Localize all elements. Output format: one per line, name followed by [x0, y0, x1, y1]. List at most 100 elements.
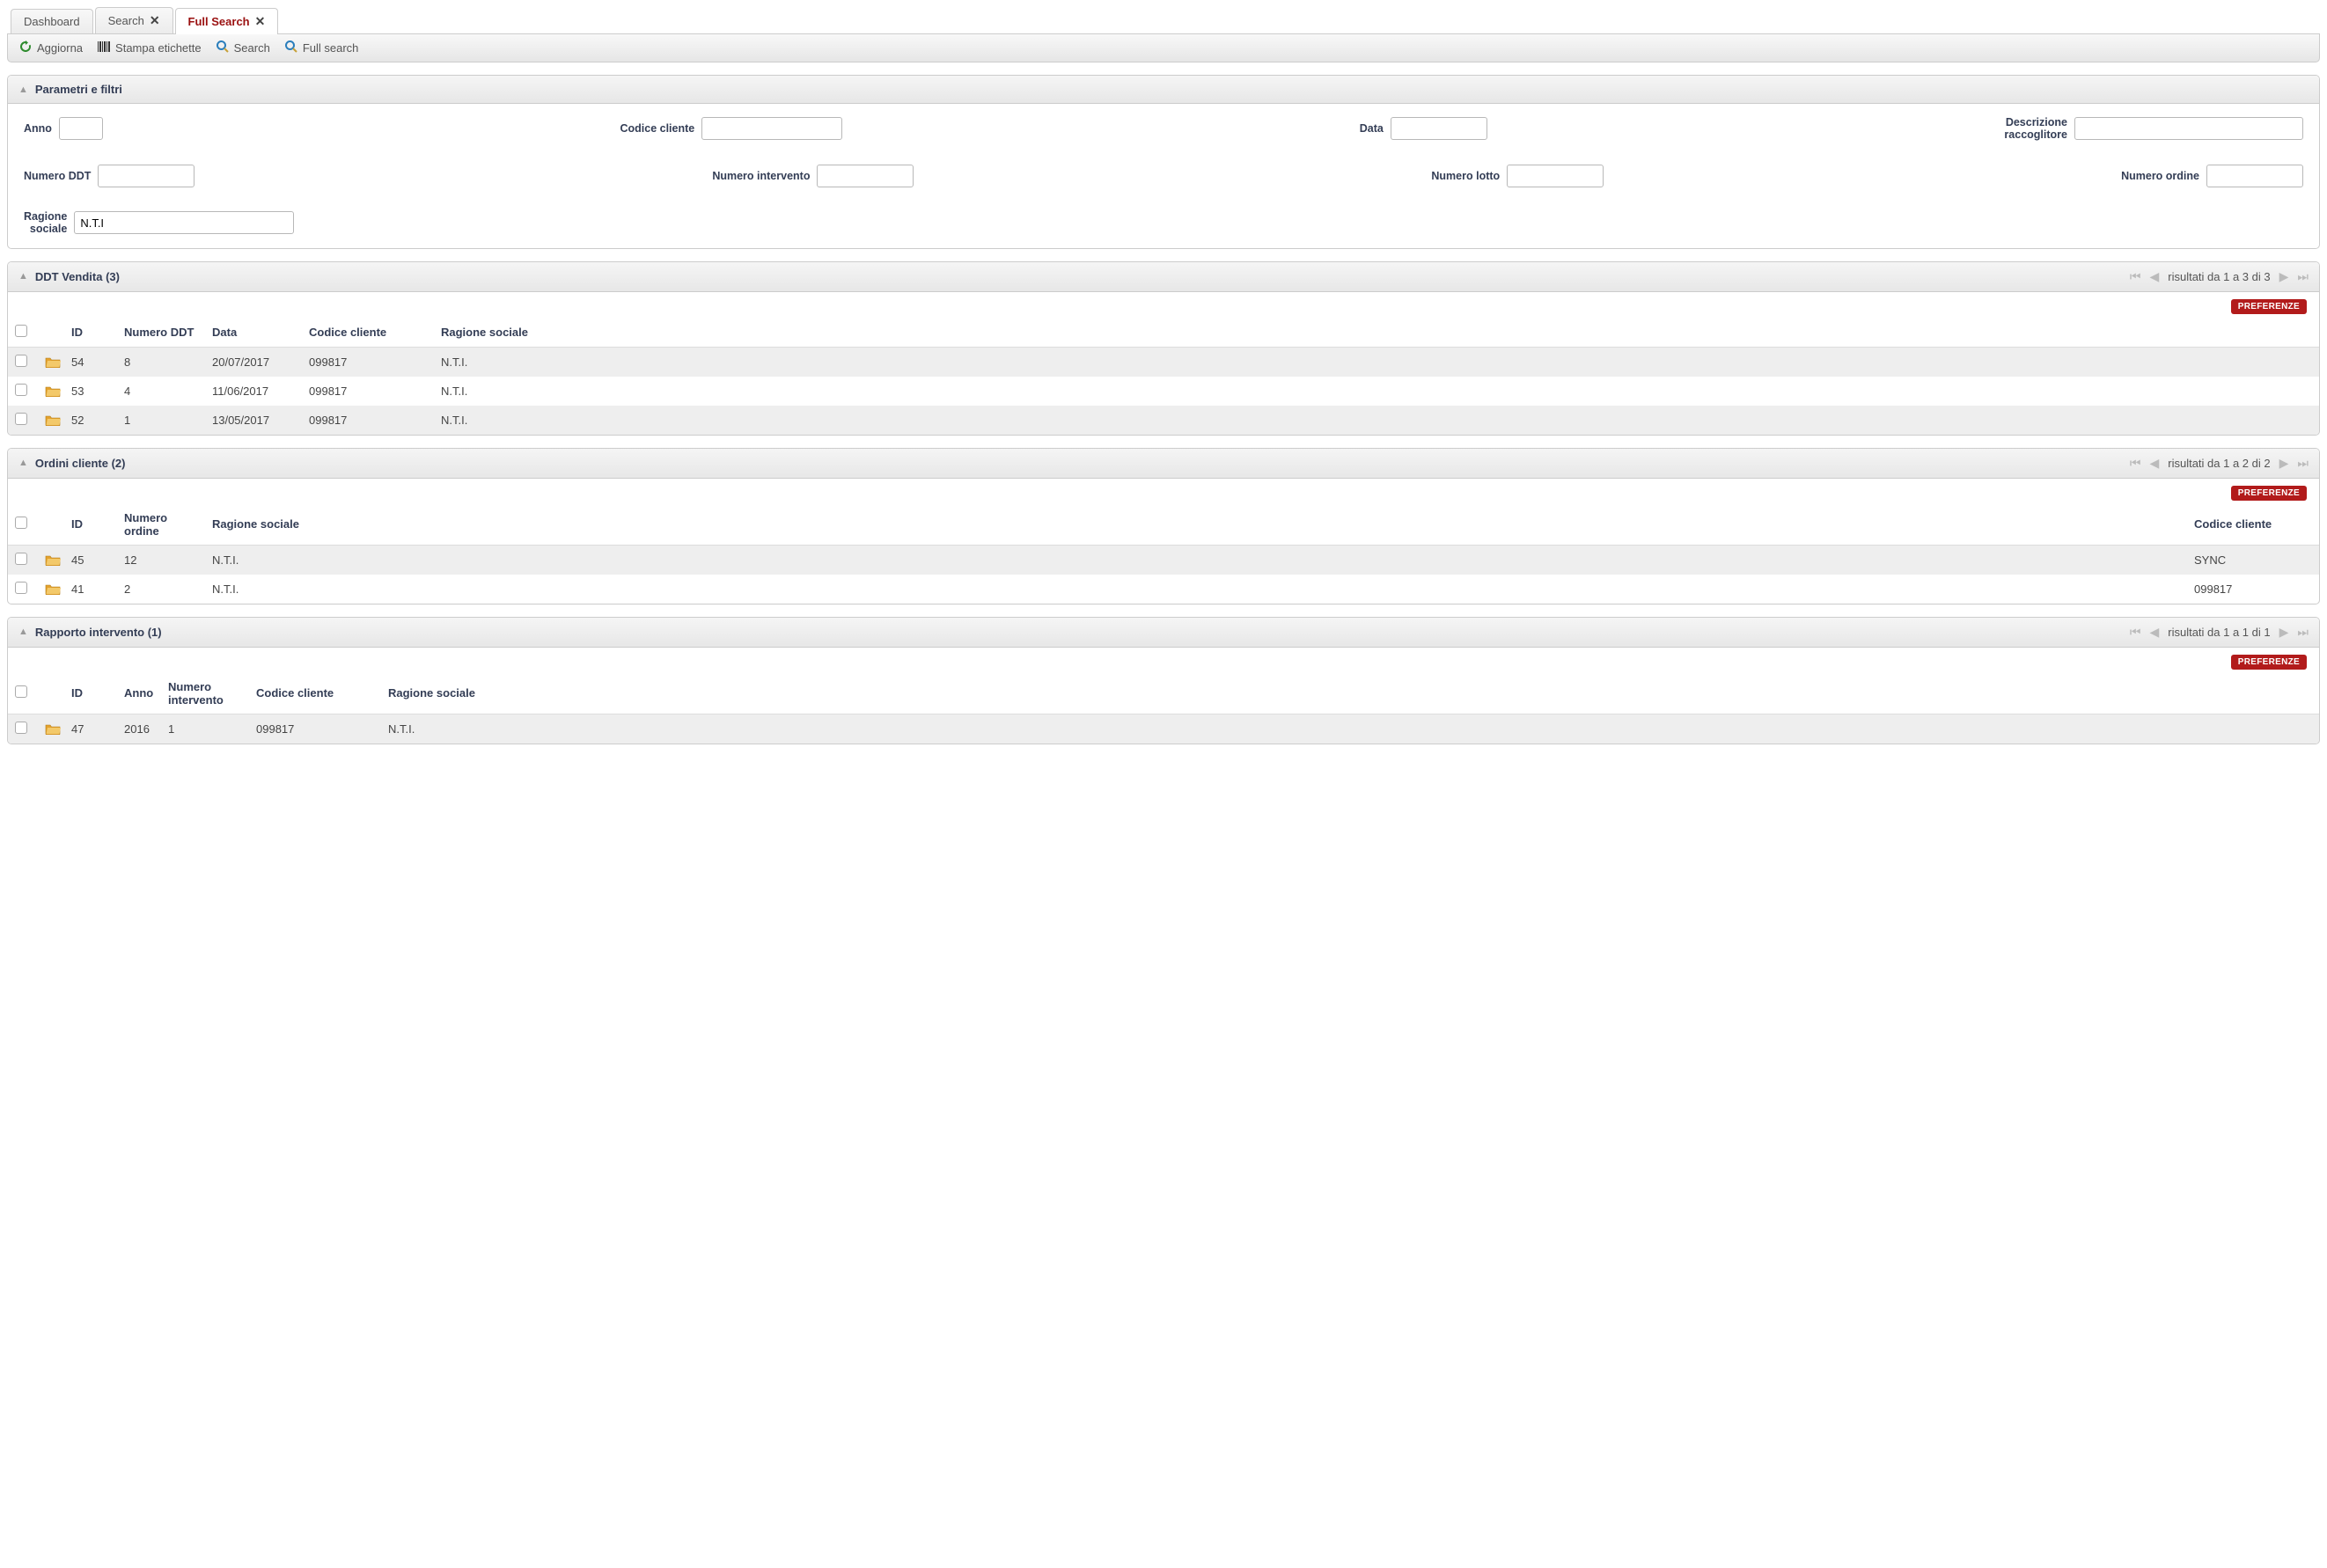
print-labels-button[interactable]: Stampa etichette: [97, 40, 202, 56]
panel-title[interactable]: ▲Rapporto intervento (1): [18, 626, 162, 639]
col-id[interactable]: ID: [64, 673, 117, 714]
cell: N.T.I.: [434, 347, 2319, 377]
field-data: Data: [1360, 116, 1487, 142]
preferenze-button[interactable]: PREFERENZE: [2231, 655, 2307, 670]
preferenze-button[interactable]: PREFERENZE: [2231, 299, 2307, 314]
select-all-checkbox[interactable]: [15, 685, 27, 698]
cell: 47: [64, 714, 117, 744]
next-page-icon[interactable]: ▶: [2279, 456, 2289, 471]
table-row[interactable]: 52113/05/2017099817N.T.I.: [8, 406, 2319, 435]
prev-page-icon[interactable]: ◀: [2149, 269, 2159, 284]
anno-input[interactable]: [59, 117, 103, 140]
select-all-checkbox[interactable]: [15, 325, 27, 337]
col-numero-ddt[interactable]: Numero DDT: [117, 318, 205, 348]
col-codice-cliente[interactable]: Codice cliente: [302, 318, 434, 348]
label: Ragionesociale: [24, 210, 67, 236]
codice-cliente-input[interactable]: [701, 117, 842, 140]
pager-text: risultati da 1 a 1 di 1: [2168, 626, 2270, 639]
col-data[interactable]: Data: [205, 318, 302, 348]
last-page-icon[interactable]: ⏭: [2297, 269, 2309, 284]
cell: 1: [161, 714, 249, 744]
row-checkbox[interactable]: [15, 413, 27, 425]
numero-lotto-input[interactable]: [1507, 165, 1604, 187]
search-icon: [284, 40, 298, 56]
prev-page-icon[interactable]: ◀: [2149, 625, 2159, 640]
field-descr-raccoglitore: Descrizioneraccoglitore: [2004, 116, 2303, 142]
first-page-icon[interactable]: ⏮: [2130, 269, 2141, 284]
cell: N.T.I.: [434, 406, 2319, 435]
select-all-checkbox[interactable]: [15, 517, 27, 529]
panel-title[interactable]: ▲Ordini cliente (2): [18, 457, 125, 470]
row-checkbox[interactable]: [15, 553, 27, 565]
folder-icon[interactable]: [45, 414, 57, 426]
cell: 54: [64, 347, 117, 377]
cell: 1: [117, 406, 205, 435]
pager-text: risultati da 1 a 3 di 3: [2168, 270, 2270, 283]
col-anno[interactable]: Anno: [117, 673, 161, 714]
table-row[interactable]: 54820/07/2017099817N.T.I.: [8, 347, 2319, 377]
last-page-icon[interactable]: ⏭: [2297, 456, 2309, 471]
data-input[interactable]: [1391, 117, 1487, 140]
col-numero-intervento[interactable]: Numerointervento: [161, 673, 249, 714]
preferenze-button[interactable]: PREFERENZE: [2231, 486, 2307, 501]
col-numero-ordine[interactable]: Numero ordine: [117, 504, 205, 546]
close-icon[interactable]: ✕: [150, 13, 160, 28]
folder-icon[interactable]: [45, 583, 57, 595]
col-id[interactable]: ID: [64, 504, 117, 546]
col-ragione-sociale[interactable]: Ragione sociale: [205, 504, 2187, 546]
numero-intervento-input[interactable]: [817, 165, 914, 187]
panel-title[interactable]: ▲ Parametri e filtri: [18, 83, 122, 96]
last-page-icon[interactable]: ⏭: [2297, 625, 2309, 640]
prev-page-icon[interactable]: ◀: [2149, 456, 2159, 471]
row-checkbox[interactable]: [15, 722, 27, 734]
tab-dashboard[interactable]: Dashboard: [11, 9, 93, 33]
table-row[interactable]: 412N.T.I.099817: [8, 575, 2319, 604]
table-row[interactable]: 4512N.T.I.SYNC: [8, 545, 2319, 575]
col-id[interactable]: ID: [64, 318, 117, 348]
search-button[interactable]: Search: [216, 40, 270, 56]
pager-text: risultati da 1 a 2 di 2: [2168, 457, 2270, 470]
cell: N.T.I.: [205, 575, 2187, 604]
col-codice-cliente[interactable]: Codice cliente: [2187, 504, 2319, 546]
field-numero-ddt: Numero DDT: [24, 165, 195, 187]
label: Numero lotto: [1431, 170, 1500, 182]
refresh-button[interactable]: Aggiorna: [18, 40, 83, 56]
folder-icon[interactable]: [45, 553, 57, 566]
panel-header: ▲ Parametri e filtri: [8, 76, 2319, 104]
numero-ordine-input[interactable]: [2206, 165, 2303, 187]
folder-icon[interactable]: [45, 722, 57, 735]
row-checkbox[interactable]: [15, 355, 27, 367]
row-checkbox[interactable]: [15, 582, 27, 594]
cell: N.T.I.: [381, 714, 2319, 744]
cell: 4: [117, 377, 205, 406]
label: Descrizioneraccoglitore: [2004, 116, 2067, 142]
chevron-up-icon: ▲: [18, 626, 28, 637]
toolbar-label: Full search: [303, 41, 359, 55]
next-page-icon[interactable]: ▶: [2279, 625, 2289, 640]
title-text: Ordini cliente (2): [35, 457, 126, 470]
numero-ddt-input[interactable]: [98, 165, 195, 187]
tab-search[interactable]: Search✕: [95, 7, 173, 33]
first-page-icon[interactable]: ⏮: [2130, 456, 2141, 471]
table-row[interactable]: 4720161099817N.T.I.: [8, 714, 2319, 744]
row-checkbox[interactable]: [15, 384, 27, 396]
panel-title[interactable]: ▲DDT Vendita (3): [18, 270, 120, 283]
full-search-button[interactable]: Full search: [284, 40, 359, 56]
first-page-icon[interactable]: ⏮: [2130, 625, 2141, 640]
cell: 13/05/2017: [205, 406, 302, 435]
folder-icon[interactable]: [45, 355, 57, 368]
panel-rapporto-intervento: ▲Rapporto intervento (1) ⏮ ◀ risultati d…: [7, 617, 2320, 744]
panel-body: Anno Codice cliente Data Descrizioneracc…: [8, 104, 2319, 248]
next-page-icon[interactable]: ▶: [2279, 269, 2289, 284]
col-ragione-sociale[interactable]: Ragione sociale: [434, 318, 2319, 348]
folder-icon[interactable]: [45, 385, 57, 397]
close-icon[interactable]: ✕: [255, 14, 266, 29]
ragione-sociale-input[interactable]: [74, 211, 294, 234]
descr-raccoglitore-input[interactable]: [2074, 117, 2303, 140]
col-ragione-sociale[interactable]: Ragione sociale: [381, 673, 2319, 714]
col-codice-cliente[interactable]: Codice cliente: [249, 673, 381, 714]
cell: 2: [117, 575, 205, 604]
tab-full-search[interactable]: Full Search✕: [175, 8, 279, 34]
label: Data: [1360, 122, 1384, 135]
table-row[interactable]: 53411/06/2017099817N.T.I.: [8, 377, 2319, 406]
